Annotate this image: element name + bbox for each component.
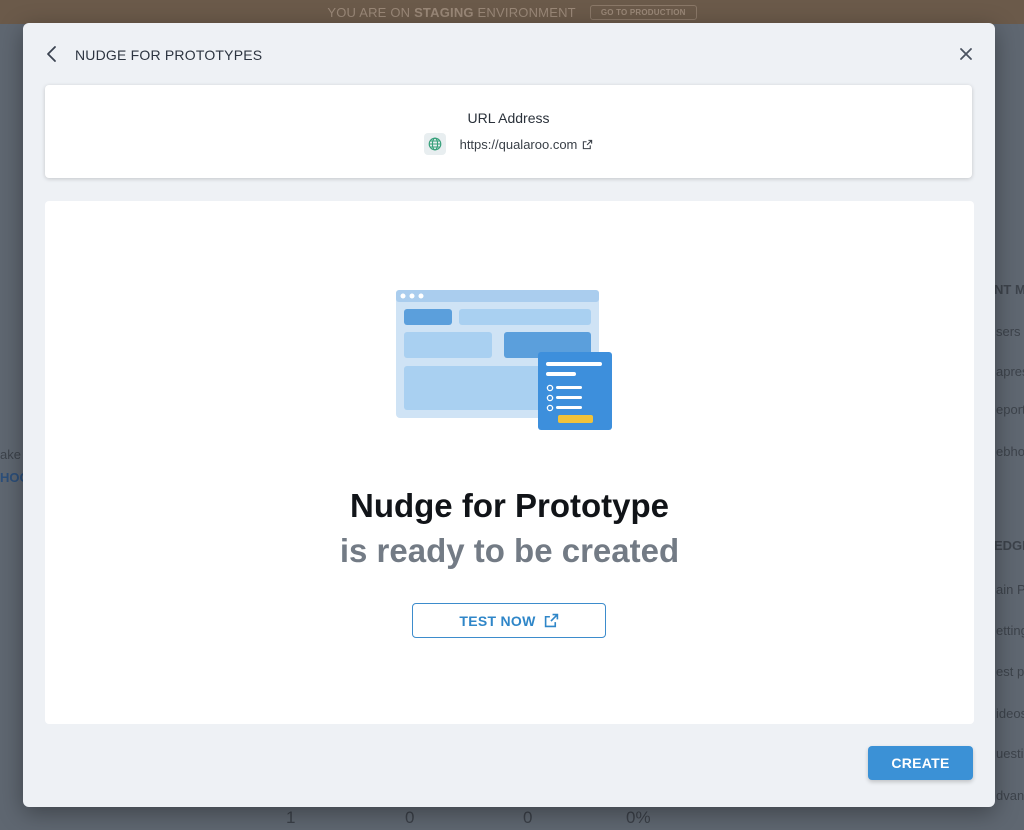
- bg-menu-item: apres: [996, 364, 1024, 379]
- bg-left-text: ake: [0, 447, 21, 462]
- close-icon: [960, 48, 972, 60]
- globe-icon: [423, 133, 446, 155]
- chevron-left-icon: [47, 46, 56, 62]
- headline: Nudge for Prototype: [350, 487, 669, 524]
- bg-stat: 0: [523, 808, 533, 827]
- bg-menu-item: eport: [996, 402, 1024, 417]
- test-now-button[interactable]: TEST NOW: [412, 603, 606, 638]
- go-to-production-button[interactable]: GO TO PRODUCTION: [589, 4, 697, 20]
- subline: is ready to be created: [339, 532, 680, 569]
- content-card: Nudge for Prototype is ready to be creat…: [45, 201, 974, 724]
- bg-heading-1: NT MA: [994, 282, 1024, 297]
- create-button[interactable]: CREATE: [868, 746, 973, 780]
- bg-stat: 0%: [626, 808, 651, 827]
- url-card: URL Address https://qualaroo.com: [45, 85, 972, 178]
- staging-banner: YOU ARE ON STAGING ENVIRONMENT GO TO PRO…: [0, 0, 1024, 24]
- external-link-icon: [583, 139, 593, 149]
- nudge-modal: NUDGE FOR PROTOTYPES URL Address https:/…: [23, 23, 995, 807]
- modal-header: NUDGE FOR PROTOTYPES: [23, 23, 995, 85]
- prototype-nudge-illustration: [396, 290, 612, 430]
- bg-stat: 0: [405, 808, 415, 827]
- bg-menu-item: ideos: [996, 706, 1024, 721]
- url-value: https://qualaroo.com: [459, 136, 578, 152]
- bg-menu-item: est p: [996, 664, 1024, 679]
- bg-heading-2: EDGE: [994, 538, 1024, 553]
- bg-menu-item: ebho: [996, 444, 1024, 459]
- bg-menu-item: dvanc: [996, 788, 1024, 803]
- external-link-icon: [544, 613, 558, 628]
- test-now-label: TEST NOW: [459, 612, 536, 629]
- close-button[interactable]: [957, 45, 975, 63]
- bg-menu-item: ain P: [996, 582, 1024, 597]
- bg-stat: 1: [286, 808, 296, 827]
- bg-menu-item: sers: [996, 324, 1021, 339]
- bg-menu-item: uestic: [996, 746, 1024, 761]
- url-row: https://qualaroo.com: [45, 133, 972, 155]
- staging-text: YOU ARE ON STAGING ENVIRONMENT: [327, 4, 576, 20]
- bg-menu-item: etting: [996, 623, 1024, 638]
- modal-title: NUDGE FOR PROTOTYPES: [75, 47, 263, 63]
- url-label: URL Address: [467, 110, 550, 126]
- back-button[interactable]: [41, 43, 63, 65]
- url-link[interactable]: https://qualaroo.com: [460, 137, 594, 152]
